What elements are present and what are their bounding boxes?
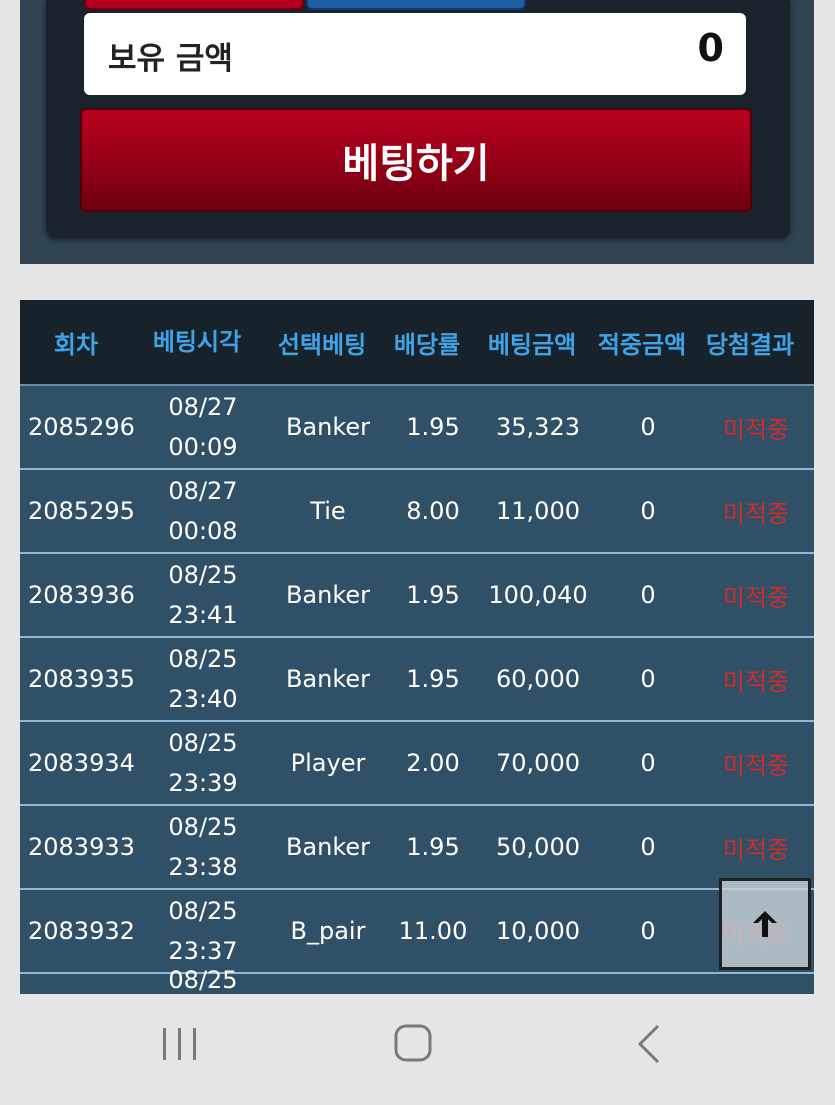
bet-amount-cell: 10,000: [496, 917, 580, 945]
table-row: 2085295 08/27 00:08 Tie 8.00 11,000 0 미적중: [20, 470, 814, 554]
odds-cell: 11.00: [398, 917, 468, 945]
round-cell: 2083933: [28, 833, 135, 861]
win-amount-cell: 0: [640, 833, 656, 861]
win-amount-cell: 0: [640, 581, 656, 609]
bet-clock: 00:08: [168, 517, 238, 545]
round-cell: 2083936: [28, 581, 135, 609]
table-row: 2083933 08/25 23:38 Banker 1.95 50,000 0 …: [20, 806, 814, 890]
bet-time-cell: 08/27 00:08: [138, 471, 268, 551]
bet-date: 08/25: [168, 897, 238, 925]
result-cell: 미적중: [722, 583, 790, 612]
column-header-pick: 선택베팅: [277, 330, 367, 359]
win-amount-cell: 0: [640, 749, 656, 777]
bet-time-cell: 08/27 00:09: [138, 387, 268, 467]
table-row: 2083936 08/25 23:41 Banker 1.95 100,040 0…: [20, 554, 814, 638]
blue-option-button[interactable]: [306, 0, 526, 10]
bet-amount-cell: 35,323: [496, 413, 580, 441]
bet-amount-cell: 50,000: [496, 833, 580, 861]
bet-button[interactable]: 베팅하기: [80, 108, 752, 212]
odds-cell: 1.95: [406, 581, 460, 609]
pick-cell: Tie: [310, 497, 346, 525]
bet-clock: 23:39: [168, 769, 238, 797]
bet-time-cell: 08/25 23:38: [138, 807, 268, 887]
scroll-to-top-button[interactable]: [719, 878, 811, 970]
bet-date: 08/27: [168, 393, 238, 421]
round-cell: 2083932: [28, 917, 135, 945]
red-option-button[interactable]: [84, 0, 304, 10]
result-cell: 미적중: [722, 667, 790, 696]
win-amount-cell: 0: [640, 665, 656, 693]
bet-time-cell: 08/25 23:40: [138, 639, 268, 719]
bet-date: 08/25: [168, 729, 238, 757]
table-row: 2083935 08/25 23:40 Banker 1.95 60,000 0 …: [20, 638, 814, 722]
bet-amount-cell: 60,000: [496, 665, 580, 693]
bet-clock: 00:09: [168, 433, 238, 461]
pick-cell: Banker: [285, 413, 371, 441]
bet-clock: 23:40: [168, 685, 238, 713]
bet-history-table: 회차 베팅시각 선택베팅 배당률 베팅금액 적중금액 당첨결과 2085296 …: [20, 300, 814, 994]
round-cell: 2083935: [28, 665, 135, 693]
home-icon[interactable]: [383, 1022, 443, 1066]
column-header-odds: 배당률: [393, 330, 461, 359]
table-row: 2083934 08/25 23:39 Player 2.00 70,000 0 …: [20, 722, 814, 806]
column-header-result: 당첨결과: [705, 330, 795, 359]
bet-amount-cell: 70,000: [496, 749, 580, 777]
round-cell: 2083934: [28, 749, 135, 777]
win-amount-cell: 0: [640, 413, 656, 441]
bet-time-cell: 08/25: [138, 960, 268, 994]
recent-apps-icon[interactable]: [150, 1022, 210, 1066]
system-navigation-bar: [0, 994, 835, 1105]
table-header: 회차 베팅시각 선택베팅 배당률 베팅금액 적중금액 당첨결과: [20, 300, 814, 386]
column-header-bet-amount: 베팅금액: [487, 330, 577, 359]
bet-clock: 23:41: [168, 601, 238, 629]
result-cell: 미적중: [722, 835, 790, 864]
odds-cell: 1.95: [406, 413, 460, 441]
odds-cell: 1.95: [406, 665, 460, 693]
bet-date: 08/25: [168, 645, 238, 673]
bet-amount-cell: 11,000: [496, 497, 580, 525]
pick-cell: Banker: [285, 833, 371, 861]
column-header-win-amount: 적중금액: [597, 330, 687, 359]
bet-date: 08/25: [168, 813, 238, 841]
pick-cell: B_pair: [290, 917, 366, 945]
pick-cell: Banker: [285, 581, 371, 609]
result-cell: 미적중: [722, 415, 790, 444]
bet-time-cell: 08/25 23:39: [138, 723, 268, 803]
bet-time-cell: 08/25 23:41: [138, 555, 268, 635]
round-cell: 2085295: [28, 497, 135, 525]
bet-time-cell: 08/25 23:37: [138, 891, 268, 971]
balance-value: 0: [697, 26, 724, 70]
result-cell: 미적중: [722, 751, 790, 780]
win-amount-cell: 0: [640, 497, 656, 525]
arrow-up-icon: [753, 911, 777, 937]
pick-cell: Player: [290, 749, 366, 777]
odds-cell: 2.00: [406, 749, 460, 777]
odds-cell: 1.95: [406, 833, 460, 861]
table-row: 2085296 08/27 00:09 Banker 1.95 35,323 0 …: [20, 386, 814, 470]
win-amount-cell: 0: [640, 917, 656, 945]
back-icon[interactable]: [620, 1022, 680, 1066]
bet-amount-cell: 100,040: [488, 581, 588, 609]
bet-date: 08/25: [168, 966, 238, 994]
balance-box: 보유 금액 0: [84, 13, 746, 95]
round-cell: 2085296: [28, 413, 135, 441]
bet-clock: 23:38: [168, 853, 238, 881]
result-cell: 미적중: [722, 499, 790, 528]
pick-cell: Banker: [285, 665, 371, 693]
balance-label: 보유 금액: [108, 40, 233, 77]
column-header-bet-time: 베팅시각: [152, 328, 242, 356]
bet-date: 08/25: [168, 561, 238, 589]
bet-date: 08/27: [168, 477, 238, 505]
odds-cell: 8.00: [406, 497, 460, 525]
table-row-partial: 08/25: [20, 966, 814, 994]
column-header-round: 회차: [53, 330, 99, 359]
